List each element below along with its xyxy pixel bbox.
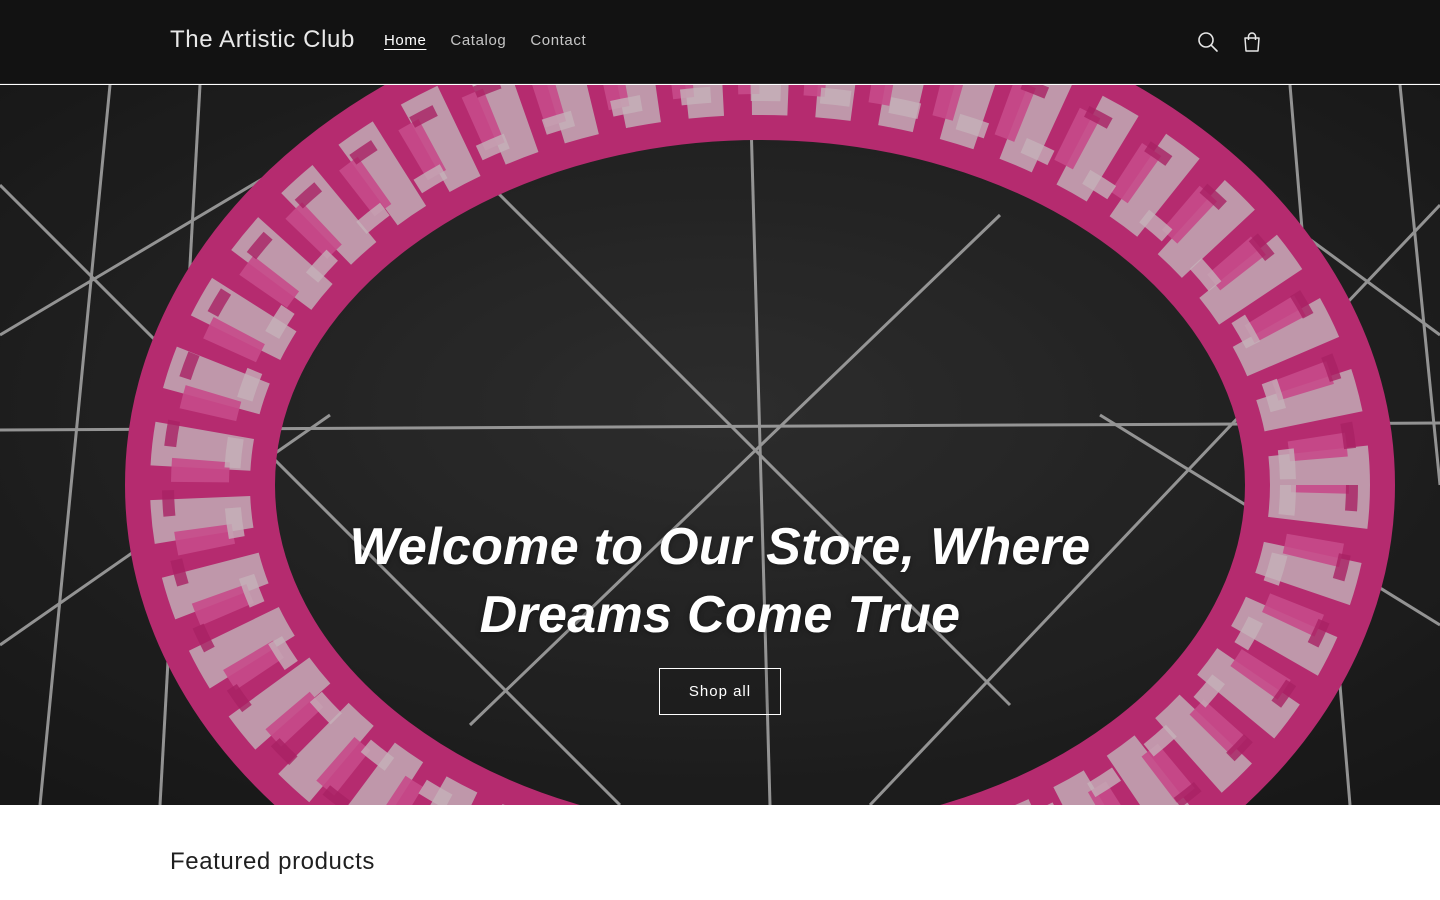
nav-link-catalog[interactable]: Catalog: [438, 30, 518, 51]
hero-banner: Welcome to Our Store, Where Dreams Come …: [0, 85, 1440, 805]
nav-link-contact[interactable]: Contact: [518, 30, 598, 51]
hero-heading: Welcome to Our Store, Where Dreams Come …: [349, 518, 1091, 644]
store-logo-link[interactable]: The Artistic Club: [170, 26, 355, 54]
shop-all-button[interactable]: Shop all: [659, 668, 781, 715]
search-icon: [1198, 32, 1218, 52]
cart-button[interactable]: [1230, 20, 1274, 64]
search-button[interactable]: [1186, 20, 1230, 64]
main-nav: Home Catalog Contact: [372, 30, 598, 51]
site-header: The Artistic Club Home Catalog Contact: [0, 0, 1440, 84]
featured-products-heading: Featured products: [170, 848, 375, 875]
cart-icon: [1244, 32, 1260, 52]
nav-link-home[interactable]: Home: [372, 30, 438, 51]
